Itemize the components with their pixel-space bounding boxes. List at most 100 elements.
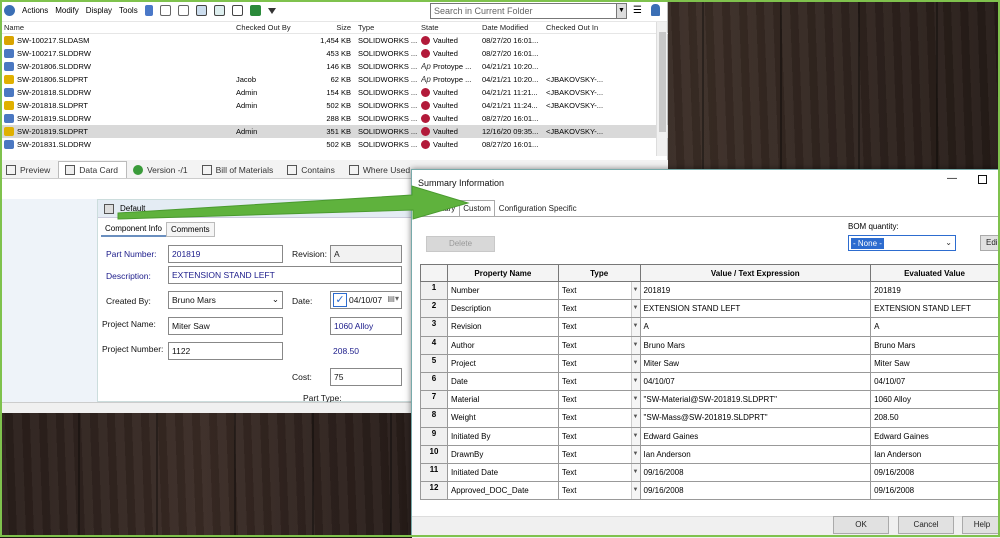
book-icon[interactable] (249, 5, 261, 16)
property-row[interactable]: 4 Author Text ▼ Bruno Mars Bruno Mars (420, 335, 999, 355)
maximize-icon[interactable] (978, 175, 987, 184)
menu-actions[interactable]: Actions (22, 6, 48, 15)
date-field[interactable]: ✓ 04/10/07 ▤▾ (330, 291, 402, 309)
file-row[interactable]: SW-201806.SLDDRW 146 KB SOLIDWORKS ... Ap Pr… (0, 60, 668, 73)
revision-field[interactable]: A (330, 245, 402, 263)
value-expression-cell[interactable]: 09/16/2008 (639, 462, 872, 483)
value-expression-cell[interactable]: Miter Saw (639, 353, 872, 373)
copy-icon[interactable] (195, 5, 207, 16)
type-cell[interactable]: Text ▼ (557, 280, 641, 301)
chevron-down-icon[interactable]: ▼ (630, 446, 640, 463)
date-checkbox-icon[interactable]: ✓ (333, 293, 347, 307)
property-row[interactable]: 5 Project Text ▼ Miter Saw Miter Saw (420, 353, 999, 373)
check-in-icon[interactable] (213, 5, 225, 16)
type-cell[interactable]: Text ▼ (557, 371, 641, 392)
col-state[interactable]: State (421, 23, 482, 32)
property-row[interactable]: 9 Initiated By Text ▼ Edward Gaines Edward Ga… (420, 426, 999, 446)
tab-bill-of-materials[interactable]: Bill of Materials (196, 161, 282, 178)
property-row[interactable]: 8 Weight Text ▼ "SW-Mass@SW-201819.SLDPRT" 20… (420, 408, 999, 428)
cancel-button[interactable]: Cancel (898, 516, 954, 534)
property-name-cell[interactable]: Project (446, 353, 559, 373)
property-name-cell[interactable]: Author (446, 335, 559, 355)
bom-quantity-select[interactable]: - None - ⌄ (848, 235, 956, 251)
type-cell[interactable]: Text ▼ (557, 408, 641, 428)
property-row[interactable]: 6 Date Text ▼ 04/10/07 04/10/07 (420, 371, 999, 392)
tab-where-used[interactable]: Where Used (343, 161, 418, 178)
type-cell[interactable]: Text ▼ (557, 426, 641, 446)
value-expression-cell[interactable]: 04/10/07 (639, 371, 872, 392)
type-cell[interactable]: Text ▼ (557, 462, 641, 483)
type-cell[interactable]: Text ▼ (557, 317, 641, 337)
type-cell[interactable]: Text ▼ (557, 390, 641, 410)
property-name-cell[interactable]: Initiated Date (446, 462, 559, 483)
pin-icon[interactable] (144, 5, 153, 16)
chevron-down-icon[interactable]: ▼ (630, 355, 640, 372)
property-row[interactable]: 3 Revision Text ▼ A A (420, 317, 999, 337)
col-type[interactable]: Type (557, 264, 641, 282)
col-date-modified[interactable]: Date Modified (482, 23, 546, 32)
col-checked-out-by[interactable]: Checked Out By (234, 23, 312, 32)
search-dropdown-button[interactable]: ▼ (616, 3, 627, 19)
property-name-cell[interactable]: Revision (446, 317, 559, 337)
value-expression-cell[interactable]: EXTENSION STAND LEFT (639, 299, 872, 319)
property-name-cell[interactable]: Date (446, 371, 559, 392)
chevron-down-icon[interactable]: ▼ (630, 282, 640, 299)
user-icon[interactable] (651, 4, 660, 16)
property-name-cell[interactable]: Description (446, 299, 559, 319)
value-expression-cell[interactable]: "SW-Material@SW-201819.SLDPRT" (639, 390, 872, 410)
property-row[interactable]: 10 DrawnBy Text ▼ Ian Anderson Ian Anderson (420, 444, 999, 464)
chevron-down-icon[interactable]: ▼ (630, 409, 640, 426)
property-row[interactable]: 12 Approved_DOC_Date Text ▼ 09/16/2008 09/16/… (420, 481, 999, 501)
dropdown-icon[interactable] (267, 7, 276, 14)
tab-contains[interactable]: Contains (281, 161, 343, 178)
file-row[interactable]: SW-201818.SLDDRW Admin 154 KB SOLIDWORKS ..… (0, 86, 668, 99)
check-out-icon[interactable] (159, 5, 171, 16)
col-property-name[interactable]: Property Name (446, 264, 559, 282)
value-expression-cell[interactable]: Edward Gaines (639, 426, 872, 446)
tab-custom[interactable]: Custom (459, 200, 495, 217)
ok-button[interactable]: OK (833, 516, 889, 534)
menu-modify[interactable]: Modify (55, 6, 79, 15)
created-by-select[interactable]: Bruno Mars ⌄ (168, 291, 283, 309)
menu-display[interactable]: Display (86, 6, 112, 15)
chevron-down-icon[interactable]: ▼ (630, 464, 640, 481)
edit-list-button[interactable]: Edi (980, 235, 1000, 251)
menu-tools[interactable]: Tools (119, 6, 138, 15)
col-type[interactable]: Type (356, 23, 421, 32)
type-cell[interactable]: Text ▼ (557, 353, 641, 373)
col-name[interactable]: Name (0, 23, 234, 32)
property-name-cell[interactable]: Initiated By (446, 426, 559, 446)
tab-summary[interactable]: Summary (417, 200, 459, 217)
project-name-field[interactable]: Miter Saw (168, 317, 283, 335)
help-button[interactable]: Help (962, 516, 1000, 534)
description-field[interactable]: EXTENSION STAND LEFT (168, 266, 402, 284)
col-checked-out-in[interactable]: Checked Out In (546, 23, 606, 32)
file-row[interactable]: SW-201819.SLDPRT Admin 351 KB SOLIDWORKS ..… (0, 125, 668, 138)
project-number-field[interactable]: 1122 (168, 342, 283, 360)
scrollbar-thumb[interactable] (659, 32, 666, 132)
chevron-down-icon[interactable]: ▼ (630, 318, 640, 336)
type-cell[interactable]: Text ▼ (557, 299, 641, 319)
undo-checkout-icon[interactable] (231, 5, 243, 16)
tab-comments[interactable]: Comments (166, 222, 215, 237)
minimize-icon[interactable]: — (947, 173, 957, 184)
search-options-icon[interactable]: ☰ (633, 5, 642, 16)
property-row[interactable]: 7 Material Text ▼ "SW-Material@SW-201819.SLD… (420, 390, 999, 410)
chevron-down-icon[interactable]: ▼ (630, 428, 640, 445)
file-row[interactable]: SW-201819.SLDDRW 288 KB SOLIDWORKS ... Vaul… (0, 112, 668, 125)
type-cell[interactable]: Text ▼ (557, 444, 641, 464)
tab-preview[interactable]: Preview (0, 161, 58, 178)
configuration-label[interactable]: Default (120, 204, 145, 213)
chevron-down-icon[interactable]: ▼ (630, 337, 640, 354)
property-row[interactable]: 11 Initiated Date Text ▼ 09/16/2008 09/16/200… (420, 462, 999, 483)
property-name-cell[interactable]: Number (446, 280, 559, 301)
value-expression-cell[interactable]: Bruno Mars (639, 335, 872, 355)
value-expression-cell[interactable]: 09/16/2008 (639, 481, 872, 501)
property-name-cell[interactable]: DrawnBy (446, 444, 559, 464)
chevron-down-icon[interactable]: ▼ (630, 482, 640, 499)
get-latest-icon[interactable] (177, 5, 189, 16)
delete-button[interactable]: Delete (426, 236, 495, 252)
value-expression-cell[interactable]: 201819 (639, 280, 872, 301)
file-row[interactable]: SW-201831.SLDDRW 502 KB SOLIDWORKS ... Vaul… (0, 138, 668, 151)
col-size[interactable]: Size (312, 23, 356, 32)
